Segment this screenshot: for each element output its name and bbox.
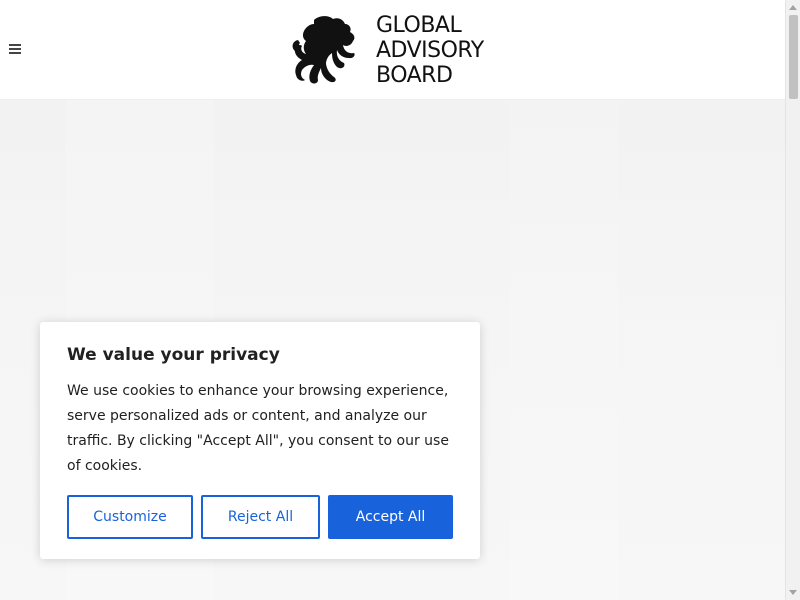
lion-logo-icon	[292, 16, 355, 84]
scroll-up-arrow-icon[interactable]	[789, 5, 797, 10]
cookie-title: We value your privacy	[67, 345, 280, 365]
brand-line-2: ADVISORY	[376, 37, 484, 63]
site-header: GLOBAL ADVISORY BOARD	[0, 0, 785, 100]
page-viewport: GLOBAL ADVISORY BOARD We value your priv…	[0, 0, 785, 600]
cookie-consent-dialog: We value your privacy We use cookies to …	[40, 322, 480, 559]
brand-line-1: GLOBAL	[376, 12, 462, 38]
vertical-scrollbar[interactable]	[785, 0, 800, 600]
hero-light-shape	[625, 320, 775, 412]
brand-name: GLOBAL ADVISORY BOARD	[376, 13, 484, 88]
scroll-down-arrow-icon[interactable]	[789, 590, 797, 595]
cookie-actions: Customize Reject All Accept All	[67, 495, 453, 539]
accept-all-button[interactable]: Accept All	[328, 495, 453, 539]
cookie-message: We use cookies to enhance your browsing …	[67, 383, 449, 474]
customize-button[interactable]: Customize	[67, 495, 193, 539]
brand-line-3: BOARD	[376, 62, 453, 88]
brand-home-link[interactable]: GLOBAL ADVISORY BOARD	[290, 12, 484, 88]
hamburger-menu-icon[interactable]	[9, 44, 21, 55]
reject-all-button[interactable]: Reject All	[201, 495, 320, 539]
hero-light-shape	[510, 100, 618, 600]
scrollbar-thumb[interactable]	[789, 15, 798, 99]
